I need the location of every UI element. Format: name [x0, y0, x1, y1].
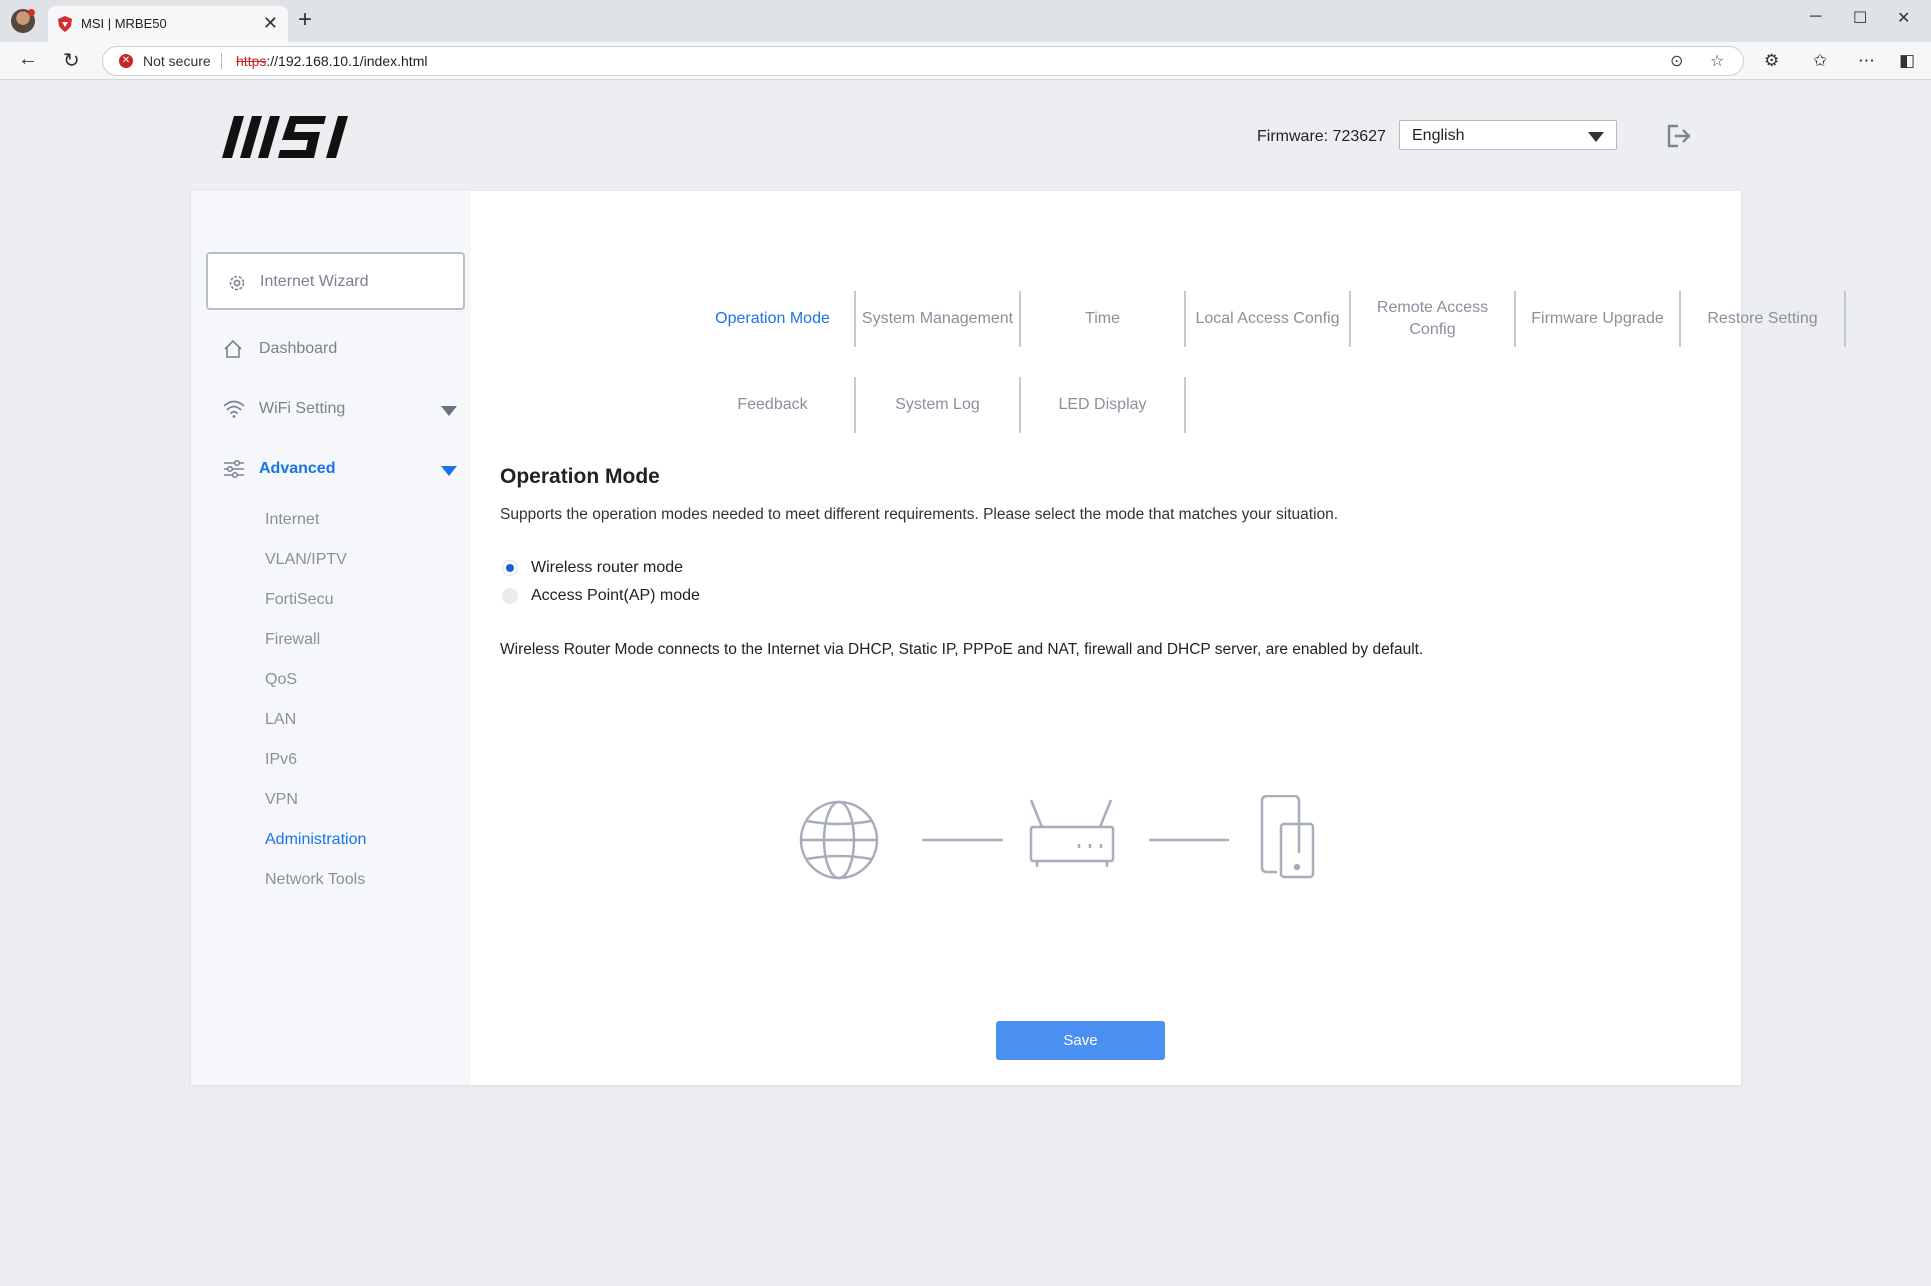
new-tab-icon[interactable]: + — [298, 6, 312, 34]
internet-wizard-label: Internet Wizard — [260, 273, 369, 290]
sidebar-item-label: Dashboard — [259, 340, 338, 357]
sidebar-subitem-vlan-iptv[interactable]: VLAN/IPTV — [265, 551, 347, 569]
tab-close-icon[interactable]: ✕ — [263, 13, 278, 34]
chevron-down-icon[interactable] — [441, 406, 457, 416]
main-card: Internet Wizard Dashboard WiFi Setting A… — [191, 191, 1846, 1085]
sidebar-subitem-lan[interactable]: LAN — [265, 711, 296, 729]
language-select[interactable]: English — [1399, 120, 1617, 150]
sidebar-subitem-vpn[interactable]: VPN — [265, 791, 298, 809]
radio-label[interactable]: Wireless router mode — [531, 559, 683, 577]
wifi-icon — [223, 400, 245, 418]
address-separator — [221, 53, 222, 69]
sidebar-item-label: WiFi Setting — [259, 400, 346, 417]
radio-label[interactable]: Access Point(AP) mode — [531, 587, 700, 605]
browser-tab[interactable]: MSI | MRBE50 ✕ — [48, 6, 288, 42]
section-description: Supports the operation modes needed to m… — [500, 506, 1339, 523]
sidebar: Internet Wizard Dashboard WiFi Setting A… — [191, 191, 471, 1085]
browser-toolbar: ← ↻ ✕ Not secure https://192.168.10.1/in… — [0, 42, 1931, 80]
home-icon — [224, 339, 242, 358]
more-menu-icon[interactable]: ⋯ — [1858, 51, 1875, 71]
msi-logo — [222, 116, 348, 158]
sidebar-subitem-qos[interactable]: QoS — [265, 671, 297, 689]
sidebar-subitem-firewall[interactable]: Firewall — [265, 631, 320, 649]
reload-icon[interactable]: ↻ — [63, 48, 80, 73]
url-text[interactable]: https://192.168.10.1/index.html — [236, 53, 427, 69]
extensions-icon[interactable]: ⚙ — [1764, 51, 1779, 71]
tab-firmware-upgrade[interactable]: Firmware Upgrade — [1516, 291, 1681, 347]
section-title: Operation Mode — [500, 465, 660, 488]
save-button[interactable]: Save — [996, 1021, 1165, 1060]
chevron-down-icon — [1588, 132, 1604, 142]
profile-notification-dot — [28, 9, 35, 16]
sidebar-subitem-administration[interactable]: Administration — [265, 831, 366, 849]
firmware-label: Firmware: 723627 — [1257, 128, 1386, 145]
favorites-icon[interactable]: ✩ — [1813, 51, 1827, 71]
not-secure-label[interactable]: Not secure — [143, 53, 211, 69]
tab-remote-access-config[interactable]: Remote Access Config — [1351, 291, 1516, 347]
tab-local-access-config[interactable]: Local Access Config — [1186, 291, 1351, 347]
sidebar-subitem-network-tools[interactable]: Network Tools — [265, 871, 365, 889]
msi-shield-icon — [58, 16, 72, 32]
favorite-star-icon[interactable]: ☆ — [1710, 51, 1724, 71]
sidebar-subitem-ipv6[interactable]: IPv6 — [265, 751, 297, 769]
back-icon[interactable]: ← — [18, 48, 38, 71]
network-topology-diagram — [799, 795, 1315, 880]
reader-icon[interactable]: ⊙ — [1670, 51, 1683, 71]
internet-wizard-button[interactable]: Internet Wizard — [206, 252, 465, 310]
sidebar-subitem-fortisecu[interactable]: FortiSecu — [265, 591, 333, 609]
tab-system-log[interactable]: System Log — [856, 377, 1021, 433]
tab-led-display[interactable]: LED Display — [1021, 377, 1186, 433]
address-bar[interactable]: ✕ Not secure https://192.168.10.1/index.… — [102, 46, 1744, 76]
chevron-down-icon[interactable] — [441, 466, 457, 476]
globe-icon — [799, 800, 879, 880]
tab-feedback[interactable]: Feedback — [691, 377, 856, 433]
radio-button[interactable] — [502, 560, 518, 576]
radio-button[interactable] — [502, 588, 518, 604]
gear-icon — [229, 275, 245, 291]
radio-access-point-mode[interactable]: Access Point(AP) mode — [500, 585, 800, 607]
sidebar-item-label: Advanced — [259, 460, 336, 477]
tab-system-management[interactable]: System Management — [856, 291, 1021, 347]
sidebar-item-advanced[interactable]: Advanced — [191, 455, 471, 485]
sidebar-item-dashboard[interactable]: Dashboard — [191, 335, 471, 365]
router-icon — [1029, 799, 1115, 867]
browser-tab-bar: MSI | MRBE50 ✕ + ─ ☐ ✕ — [0, 0, 1931, 42]
tab-operation-mode[interactable]: Operation Mode — [691, 291, 856, 347]
tab-restore-setting[interactable]: Restore Setting — [1681, 291, 1846, 347]
mode-description: Wireless Router Mode connects to the Int… — [500, 641, 1424, 658]
sidebar-item-wifi-setting[interactable]: WiFi Setting — [191, 395, 471, 425]
sidebar-toggle-icon[interactable]: ◧ — [1899, 51, 1915, 71]
sidebar-subitem-internet[interactable]: Internet — [265, 511, 319, 529]
tab-time[interactable]: Time — [1021, 291, 1186, 347]
radio-wireless-router-mode[interactable]: Wireless router mode — [500, 557, 800, 579]
minimize-icon[interactable]: ─ — [1810, 8, 1821, 26]
logout-icon[interactable] — [1666, 124, 1692, 148]
tab-title: MSI | MRBE50 — [81, 16, 167, 31]
sliders-icon — [224, 459, 244, 479]
maximize-icon[interactable]: ☐ — [1853, 8, 1867, 28]
language-value: English — [1412, 127, 1465, 144]
close-window-icon[interactable]: ✕ — [1897, 8, 1910, 28]
device-icon — [1260, 795, 1315, 879]
not-secure-icon: ✕ — [119, 54, 133, 68]
